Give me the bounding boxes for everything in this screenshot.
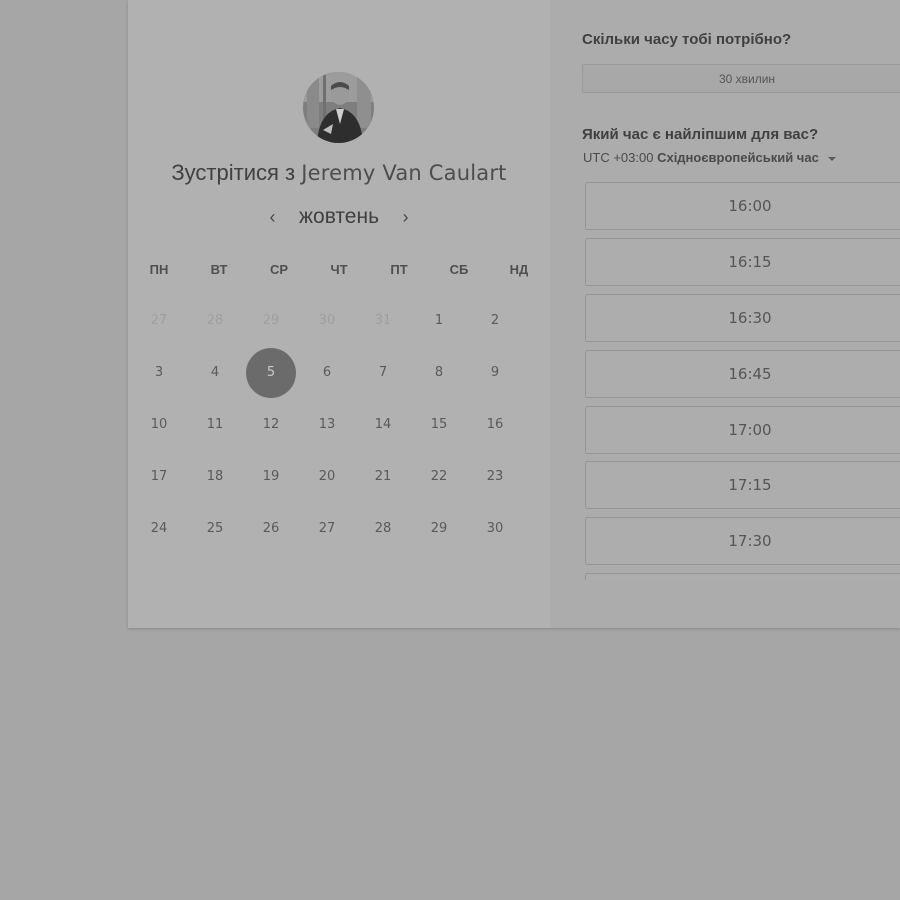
scheduler-card: Зустрітися з Jeremy Van Caulart ‹ жовтен… (128, 0, 900, 628)
title-prefix: Зустрітися з (171, 160, 296, 185)
calendar-day[interactable]: 13 (302, 400, 352, 450)
calendar-day-prev-month: 29 (262, 313, 280, 328)
timezone-offset: UTC +03:00 (583, 150, 654, 165)
calendar-day[interactable]: 1 (414, 296, 464, 346)
weekday-sat: СБ (449, 262, 469, 277)
weekday-thu: ЧТ (330, 262, 348, 277)
time-slot-button[interactable]: 16:00 (585, 182, 900, 230)
calendar-day[interactable]: 17 (134, 452, 184, 502)
calendar-day[interactable]: 8 (414, 348, 464, 398)
weekday-fri: ПТ (390, 262, 408, 277)
calendar-day[interactable]: 30 (470, 504, 520, 554)
time-slot-button-partial[interactable] (585, 573, 900, 580)
calendar-day[interactable]: 23 (470, 452, 520, 502)
calendar-day[interactable]: 10 (134, 400, 184, 450)
time-slot-list[interactable]: 16:00 16:15 16:30 16:45 17:00 17:15 17:3… (585, 182, 900, 580)
calendar-day[interactable]: 21 (358, 452, 408, 502)
timezone-name: Східноєвропейський час (657, 150, 819, 165)
next-month-chevron-icon[interactable]: › (395, 204, 415, 230)
calendar-day[interactable]: 27 (302, 504, 352, 554)
calendar-pane: Зустрітися з Jeremy Van Caulart ‹ жовтен… (128, 0, 550, 628)
calendar-day[interactable]: 15 (414, 400, 464, 450)
calendar-day[interactable]: 22 (414, 452, 464, 502)
weekday-tue: ВТ (210, 262, 228, 277)
calendar-day[interactable]: 3 (134, 348, 184, 398)
calendar-day[interactable]: 12 (246, 400, 296, 450)
calendar-day[interactable]: 4 (190, 348, 240, 398)
calendar-day[interactable]: 7 (358, 348, 408, 398)
calendar-week: 27 28 29 30 31 1 2 (131, 296, 549, 348)
calendar-day[interactable]: 24 (134, 504, 184, 554)
calendar-week: 10 11 12 13 14 15 16 (131, 400, 549, 452)
weekday-mon: ПН (149, 262, 169, 277)
calendar-day[interactable]: 6 (302, 348, 352, 398)
calendar-day[interactable]: 20 (302, 452, 352, 502)
calendar-day[interactable]: 9 (470, 348, 520, 398)
host-name: Jeremy Van Caulart (301, 161, 507, 185)
calendar-week: 24 25 26 27 28 29 30 (131, 504, 549, 556)
calendar-day[interactable]: 28 (358, 504, 408, 554)
calendar-day[interactable]: 18 (190, 452, 240, 502)
month-navigation: ‹ жовтень › (128, 204, 550, 232)
meeting-title: Зустрітися з Jeremy Van Caulart (128, 160, 550, 186)
host-avatar (303, 72, 374, 143)
timezone-selector[interactable]: UTC +03:00 Східноєвропейський час (583, 150, 837, 165)
calendar-day[interactable]: 19 (246, 452, 296, 502)
month-label: жовтень (298, 205, 380, 228)
calendar-week: 17 18 19 20 21 22 23 (131, 452, 549, 504)
weekday-header: ПН ВТ СР ЧТ ПТ СБ НД (131, 256, 549, 284)
calendar-day[interactable]: 11 (190, 400, 240, 450)
calendar-day[interactable]: 26 (246, 504, 296, 554)
calendar-day[interactable]: 25 (190, 504, 240, 554)
calendar-day[interactable]: 29 (414, 504, 464, 554)
time-slot-button[interactable]: 16:15 (585, 238, 900, 286)
caret-down-icon (828, 156, 837, 161)
duration-question: Скільки часу тобі потрібно? (582, 31, 792, 48)
calendar-week: 3 4 5 6 7 8 9 (131, 348, 549, 400)
prev-month-chevron-icon[interactable]: ‹ (263, 204, 283, 230)
calendar-day-prev-month: 31 (374, 313, 392, 328)
calendar-day-prev-month: 27 (150, 313, 168, 328)
calendar-day[interactable]: 16 (470, 400, 520, 450)
time-selection-pane: Скільки часу тобі потрібно? 30 хвилин Як… (550, 0, 900, 628)
time-slot-button[interactable]: 17:30 (585, 517, 900, 565)
duration-option-button[interactable]: 30 хвилин (582, 64, 900, 93)
time-slot-button[interactable]: 16:30 (585, 294, 900, 342)
calendar-day[interactable]: 2 (470, 296, 520, 346)
time-slot-button[interactable]: 17:00 (585, 406, 900, 454)
calendar-day-prev-month: 28 (206, 313, 224, 328)
time-slot-button[interactable]: 17:15 (585, 461, 900, 509)
weekday-sun: НД (509, 262, 529, 277)
calendar-day-prev-month: 30 (318, 313, 336, 328)
time-question: Який час є найліпшим для вас? (582, 126, 819, 143)
weekday-wed: СР (269, 262, 289, 277)
calendar-day[interactable]: 14 (358, 400, 408, 450)
calendar-day-selected[interactable]: 5 (246, 348, 296, 398)
time-slot-button[interactable]: 16:45 (585, 350, 900, 398)
